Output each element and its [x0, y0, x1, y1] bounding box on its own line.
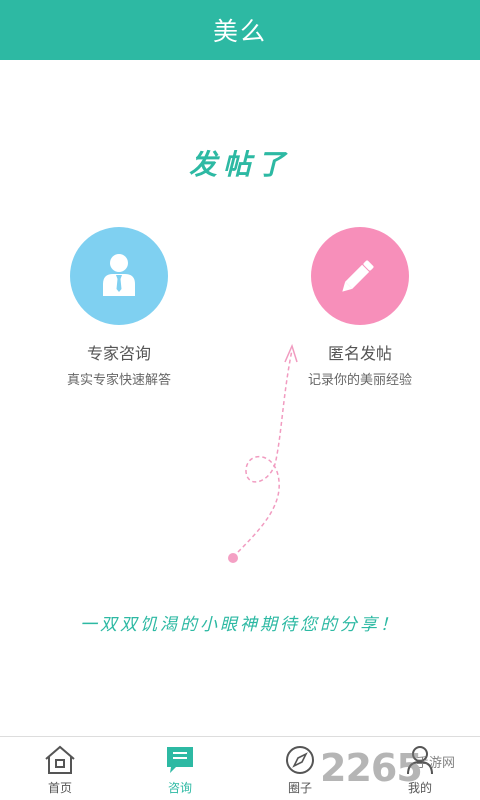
bottom-tab-bar: 首页 咨询 圈子 我的 — [0, 736, 480, 800]
tab-home-label: 首页 — [47, 781, 72, 795]
dashed-arrow-path — [228, 343, 298, 563]
tab-consult-label: 咨询 — [167, 781, 192, 795]
chat-icon — [163, 743, 197, 777]
tab-circle[interactable]: 圈子 — [240, 737, 360, 800]
tab-home[interactable]: 首页 — [0, 737, 120, 800]
app-screen: 美么 发帖了 专家咨询 真实专家快速解答 匿名发帖 记录你的美丽经验 一双双饥渴… — [0, 0, 480, 800]
tab-mine-label: 我的 — [407, 781, 432, 795]
compass-icon — [283, 743, 317, 777]
tab-mine[interactable]: 我的 — [360, 737, 480, 800]
tab-consult[interactable]: 咨询 — [120, 737, 240, 800]
tab-circle-label: 圈子 — [287, 781, 312, 795]
tagline: 一双双饥渴的小眼神期待您的分享！ — [80, 615, 400, 635]
home-icon — [43, 743, 77, 777]
user-icon — [403, 743, 437, 777]
